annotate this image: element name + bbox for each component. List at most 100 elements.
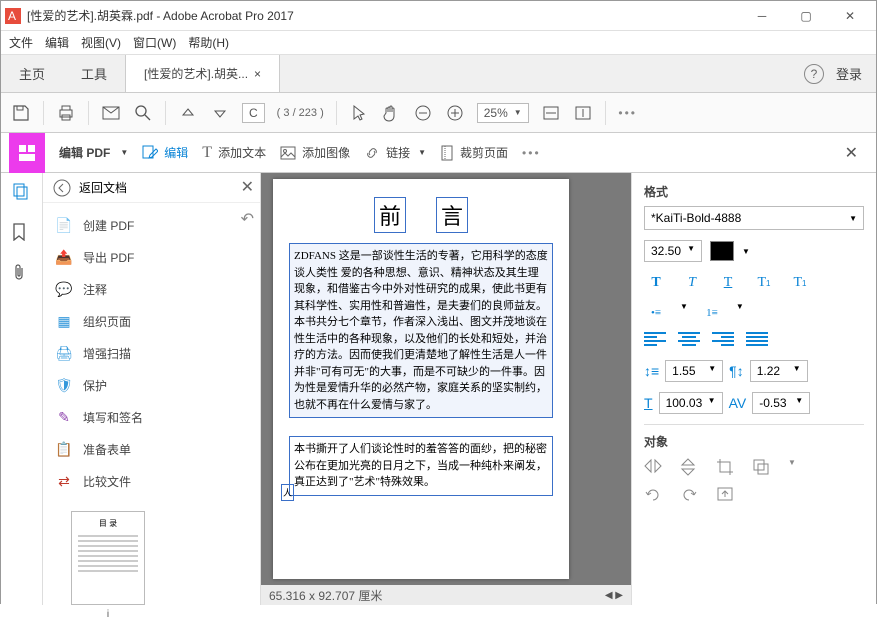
save-icon[interactable]: [11, 103, 31, 123]
fit-page-icon[interactable]: [573, 103, 593, 123]
menu-bar: 文件 编辑 视图(V) 窗口(W) 帮助(H): [1, 31, 876, 55]
bookmark-icon[interactable]: [12, 223, 32, 243]
italic-button[interactable]: T: [680, 272, 704, 294]
hand-icon[interactable]: [381, 103, 401, 123]
attachment-icon[interactable]: [12, 263, 32, 283]
tool-item[interactable]: 💬注释: [43, 273, 260, 305]
page-input[interactable]: C: [242, 103, 265, 123]
print-icon[interactable]: [56, 103, 76, 123]
page-up-icon[interactable]: [178, 103, 198, 123]
zoom-out-icon[interactable]: [413, 103, 433, 123]
para-spacing-input[interactable]: 1.22▼: [750, 360, 808, 382]
tool-item[interactable]: ⇄比较文件: [43, 465, 260, 497]
menu-file[interactable]: 文件: [9, 34, 33, 51]
tool-item[interactable]: 📄创建 PDF: [43, 209, 260, 241]
zoom-in-icon[interactable]: [445, 103, 465, 123]
heading-char[interactable]: 言: [436, 197, 468, 233]
app-icon: A: [5, 8, 21, 24]
crop-button[interactable]: 裁剪页面: [440, 144, 508, 161]
minimize-button[interactable]: ─: [740, 2, 784, 30]
tool-label: 创建 PDF: [83, 217, 134, 234]
small-text-box[interactable]: 人: [281, 484, 294, 501]
status-bar: 65.316 x 92.707 厘米 ◀ ▶: [261, 585, 631, 605]
align-justify-button[interactable]: [746, 332, 768, 350]
align-left-button[interactable]: [644, 332, 666, 350]
subscript-button[interactable]: T1: [788, 272, 812, 294]
more-icon[interactable]: •••: [618, 103, 638, 123]
fit-width-icon[interactable]: [541, 103, 561, 123]
panel-close-icon[interactable]: ✕: [241, 177, 254, 197]
rotate-ccw-icon[interactable]: [644, 486, 666, 506]
replace-icon[interactable]: [716, 486, 738, 506]
bold-button[interactable]: T: [644, 272, 668, 294]
flip-h-icon[interactable]: [644, 458, 666, 478]
tab-close-icon[interactable]: ×: [254, 67, 261, 81]
close-editbar-icon[interactable]: ✕: [845, 143, 858, 163]
hscale-icon: T: [644, 395, 653, 411]
tool-icon: ✎: [55, 408, 73, 426]
superscript-button[interactable]: T1: [752, 272, 776, 294]
font-select[interactable]: *KaiTi-Bold-4888▼: [644, 206, 864, 230]
tool-label: 组织页面: [83, 313, 131, 330]
zoom-select[interactable]: 25%▼: [477, 103, 529, 123]
arrange-icon[interactable]: [752, 458, 774, 478]
tool-item[interactable]: 📤导出 PDF: [43, 241, 260, 273]
maximize-button[interactable]: ▢: [784, 2, 828, 30]
align-center-button[interactable]: [678, 332, 700, 350]
panel-back[interactable]: 返回文档: [43, 173, 260, 203]
tab-home[interactable]: 主页: [1, 55, 63, 92]
search-icon[interactable]: [133, 103, 153, 123]
underline-button[interactable]: T: [716, 272, 740, 294]
bullet-list-button[interactable]: •≡: [644, 302, 668, 324]
color-swatch[interactable]: [710, 241, 734, 261]
edit-mode-icon[interactable]: [9, 133, 45, 173]
thumbnails-icon[interactable]: [12, 183, 32, 203]
tab-document[interactable]: [性爱的艺术].胡英...×: [125, 55, 280, 92]
menu-help[interactable]: 帮助(H): [188, 34, 229, 51]
link-button[interactable]: 链接▼: [364, 144, 426, 161]
text-block[interactable]: ZDFANS 这是一部谈性生活的专著，它用科学的态度谈人类性 爱的各种思想、意识…: [289, 243, 553, 418]
undo-icon[interactable]: ↶: [241, 209, 254, 229]
tool-item[interactable]: 🛡保护: [43, 369, 260, 401]
main-toolbar: C ( 3 / 223 ) 25%▼ •••: [1, 93, 876, 133]
number-list-button[interactable]: 1≡: [700, 302, 724, 324]
page-thumbnail[interactable]: 目 录: [71, 511, 145, 605]
tab-tools[interactable]: 工具: [63, 55, 125, 92]
add-text-button[interactable]: T添加文本: [202, 144, 266, 162]
login-link[interactable]: 登录: [836, 64, 862, 83]
flip-v-icon[interactable]: [680, 458, 702, 478]
tool-label: 增强扫描: [83, 345, 131, 362]
crop-obj-icon[interactable]: [716, 458, 738, 478]
tool-item[interactable]: ▦组织页面: [43, 305, 260, 337]
hscale-input[interactable]: 100.03▼: [659, 392, 723, 414]
menu-window[interactable]: 窗口(W): [133, 34, 176, 51]
page-down-icon[interactable]: [210, 103, 230, 123]
heading-char[interactable]: 前: [374, 197, 406, 233]
rotate-cw-icon[interactable]: [680, 486, 702, 506]
help-icon[interactable]: ?: [804, 64, 824, 84]
format-panel: 格式 *KaiTi-Bold-4888▼ 32.50▼ ▼ T T T T1 T…: [631, 173, 876, 605]
tool-item[interactable]: 📋准备表单: [43, 433, 260, 465]
edit-pdf-label: 编辑 PDF▼: [59, 144, 128, 161]
tool-item[interactable]: 🖨增强扫描: [43, 337, 260, 369]
tracking-input[interactable]: -0.53▼: [752, 392, 810, 414]
document-view[interactable]: 前言 ZDFANS 这是一部谈性生活的专著，它用科学的态度谈人类性 爱的各种思想…: [261, 173, 631, 605]
align-right-button[interactable]: [712, 332, 734, 350]
menu-view[interactable]: 视图(V): [81, 34, 121, 51]
tool-icon: 💬: [55, 280, 73, 298]
window-title: [性爱的艺术].胡英霖.pdf - Adobe Acrobat Pro 2017: [27, 7, 740, 24]
pointer-icon[interactable]: [349, 103, 369, 123]
text-block[interactable]: 本书撕开了人们谈论性时的羞答答的面纱，把的秘密公布在更加光亮的日月之下，当成一种…: [289, 436, 553, 496]
tool-item[interactable]: ✎填写和签名: [43, 401, 260, 433]
close-window-button[interactable]: ✕: [828, 2, 872, 30]
line-spacing-input[interactable]: 1.55▼: [665, 360, 723, 382]
edit-more-icon[interactable]: •••: [522, 146, 541, 160]
add-image-button[interactable]: 添加图像: [280, 144, 350, 161]
object-heading: 对象: [644, 433, 864, 450]
tool-icon: ⇄: [55, 472, 73, 490]
font-size-input[interactable]: 32.50▼: [644, 240, 702, 262]
edit-button[interactable]: 编辑: [142, 144, 188, 161]
menu-edit[interactable]: 编辑: [45, 34, 69, 51]
tool-label: 准备表单: [83, 441, 131, 458]
mail-icon[interactable]: [101, 103, 121, 123]
